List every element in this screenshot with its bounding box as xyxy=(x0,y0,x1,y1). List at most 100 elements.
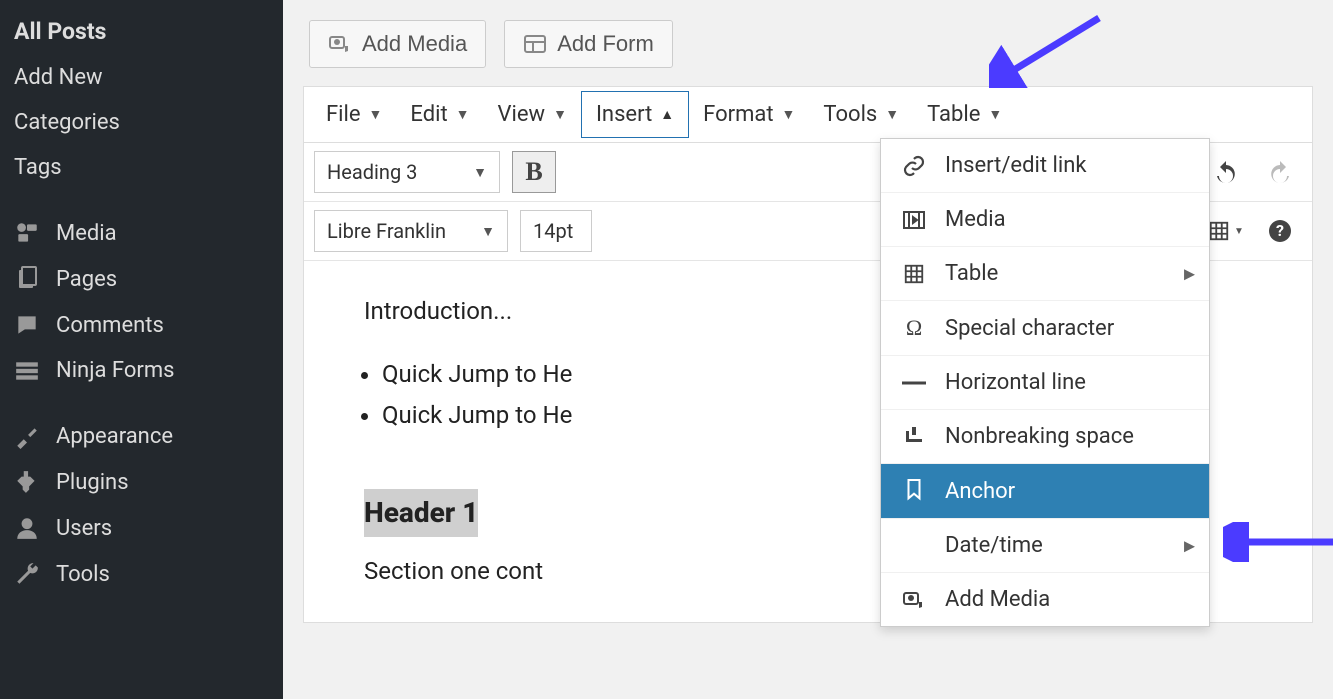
dd-insert-link[interactable]: Insert/edit link xyxy=(881,139,1209,193)
dd-insert-media[interactable]: Media xyxy=(881,193,1209,247)
media-buttons-row: Add Media Add Form xyxy=(303,20,1313,68)
sidebar-item-add-new[interactable]: Add New xyxy=(0,55,283,100)
chevron-up-icon: ▲ xyxy=(660,106,674,123)
menu-label: Format xyxy=(703,102,773,127)
sidebar-item-tags[interactable]: Tags xyxy=(0,145,283,190)
font-family-select[interactable]: Libre Franklin ▼ xyxy=(314,210,508,252)
sidebar-label: Media xyxy=(56,221,117,246)
dd-label: Insert/edit link xyxy=(945,153,1087,178)
nbsp-icon xyxy=(901,427,927,447)
sidebar-item-users[interactable]: Users xyxy=(0,505,283,551)
select-value: 14pt xyxy=(533,219,573,243)
dd-label: Date/time xyxy=(945,533,1043,558)
menu-label: Table xyxy=(927,102,980,127)
sidebar-label: Pages xyxy=(56,267,117,292)
film-icon xyxy=(901,210,927,230)
sidebar-item-media[interactable]: Media xyxy=(0,210,283,256)
chevron-down-icon: ▼ xyxy=(456,106,470,123)
header-1: Header 1 xyxy=(364,489,478,537)
dd-label: Horizontal line xyxy=(945,370,1086,395)
dd-label: Table xyxy=(945,261,998,286)
svg-text:?: ? xyxy=(1276,221,1284,240)
dd-label: Anchor xyxy=(945,479,1015,504)
dd-insert-add-media[interactable]: Add Media xyxy=(881,573,1209,626)
chevron-down-icon: ▼ xyxy=(369,106,383,123)
chevron-down-icon: ▼ xyxy=(782,106,796,123)
menu-label: Insert xyxy=(596,102,652,127)
menu-format[interactable]: Format ▼ xyxy=(689,91,809,138)
menu-insert[interactable]: Insert ▲ xyxy=(581,91,689,138)
menu-file[interactable]: File ▼ xyxy=(312,91,396,138)
tools-icon xyxy=(12,561,42,587)
menu-label: View xyxy=(498,102,546,127)
sidebar-label: Comments xyxy=(56,313,164,338)
dd-insert-hr[interactable]: Horizontal line xyxy=(881,356,1209,410)
menu-edit[interactable]: Edit ▼ xyxy=(396,91,483,138)
sidebar-item-categories[interactable]: Categories xyxy=(0,100,283,145)
select-value: Heading 3 xyxy=(327,160,417,184)
sidebar-label: Ninja Forms xyxy=(56,358,174,383)
comments-icon xyxy=(12,312,42,338)
redo-button[interactable] xyxy=(1258,151,1302,193)
add-form-button[interactable]: Add Form xyxy=(504,20,673,68)
menu-label: Tools xyxy=(823,102,877,127)
chevron-down-icon: ▼ xyxy=(885,106,899,123)
table-button[interactable]: ▼ xyxy=(1204,210,1248,252)
bold-button[interactable]: B xyxy=(512,151,556,193)
camera-music-icon xyxy=(901,588,927,612)
forms-icon xyxy=(12,360,42,382)
dd-insert-table[interactable]: Table ▸ xyxy=(881,247,1209,301)
help-button[interactable]: ? xyxy=(1258,210,1302,252)
chevron-down-icon: ▼ xyxy=(988,106,1002,123)
chevron-down-icon: ▼ xyxy=(553,106,567,123)
dd-label: Nonbreaking space xyxy=(945,424,1134,449)
menu-table[interactable]: Table ▼ xyxy=(913,91,1016,138)
menu-tools[interactable]: Tools ▼ xyxy=(809,91,913,138)
menu-label: File xyxy=(326,102,361,127)
dd-insert-special-char[interactable]: Ω Special character xyxy=(881,301,1209,356)
sidebar-item-ninja-forms[interactable]: Ninja Forms xyxy=(0,348,283,393)
sidebar-item-appearance[interactable]: Appearance xyxy=(0,413,283,459)
admin-sidebar: All Posts Add New Categories Tags Media … xyxy=(0,0,283,699)
sidebar-label: All Posts xyxy=(14,18,106,45)
menu-label: Edit xyxy=(410,102,447,127)
sidebar-label: Users xyxy=(56,516,112,541)
camera-music-icon xyxy=(328,32,352,56)
link-icon xyxy=(901,154,927,178)
sidebar-item-comments[interactable]: Comments xyxy=(0,302,283,348)
sidebar-item-plugins[interactable]: Plugins xyxy=(0,459,283,505)
sidebar-item-all-posts[interactable]: All Posts xyxy=(0,8,283,55)
appearance-icon xyxy=(12,423,42,449)
table-icon xyxy=(901,263,927,285)
sidebar-label: Appearance xyxy=(56,424,173,449)
button-label: Add Media xyxy=(362,31,467,57)
caret-right-icon: ▸ xyxy=(1184,261,1195,286)
sidebar-item-tools[interactable]: Tools xyxy=(0,551,283,597)
dd-label: Special character xyxy=(945,316,1114,341)
add-media-button[interactable]: Add Media xyxy=(309,20,486,68)
sidebar-label: Categories xyxy=(14,110,120,135)
dd-insert-datetime[interactable]: Date/time ▸ xyxy=(881,519,1209,573)
editor-menubar: File ▼ Edit ▼ View ▼ Insert ▲ Format ▼ T… xyxy=(304,87,1312,143)
undo-button[interactable] xyxy=(1204,151,1248,193)
users-icon xyxy=(12,515,42,541)
dd-insert-anchor[interactable]: Anchor xyxy=(881,464,1209,519)
select-value: Libre Franklin xyxy=(327,219,446,243)
sidebar-label: Tools xyxy=(56,562,110,587)
sidebar-label: Tags xyxy=(14,155,62,180)
omega-icon: Ω xyxy=(901,315,927,341)
sidebar-item-pages[interactable]: Pages xyxy=(0,256,283,302)
anchor-icon xyxy=(901,478,927,504)
menu-view[interactable]: View ▼ xyxy=(484,91,581,138)
plugins-icon xyxy=(12,469,42,495)
chevron-down-icon: ▼ xyxy=(1234,226,1244,237)
block-format-select[interactable]: Heading 3 ▼ xyxy=(314,151,500,193)
font-size-select[interactable]: 14pt xyxy=(520,210,592,252)
hr-icon xyxy=(901,381,927,385)
media-icon xyxy=(12,220,42,246)
chevron-down-icon: ▼ xyxy=(473,164,487,181)
main-area: Add Media Add Form File ▼ Edit ▼ View ▼ xyxy=(283,0,1333,699)
insert-dropdown: Insert/edit link Media Table ▸ Ω Special… xyxy=(880,138,1210,627)
bold-label: B xyxy=(525,157,542,187)
dd-insert-nbsp[interactable]: Nonbreaking space xyxy=(881,410,1209,464)
